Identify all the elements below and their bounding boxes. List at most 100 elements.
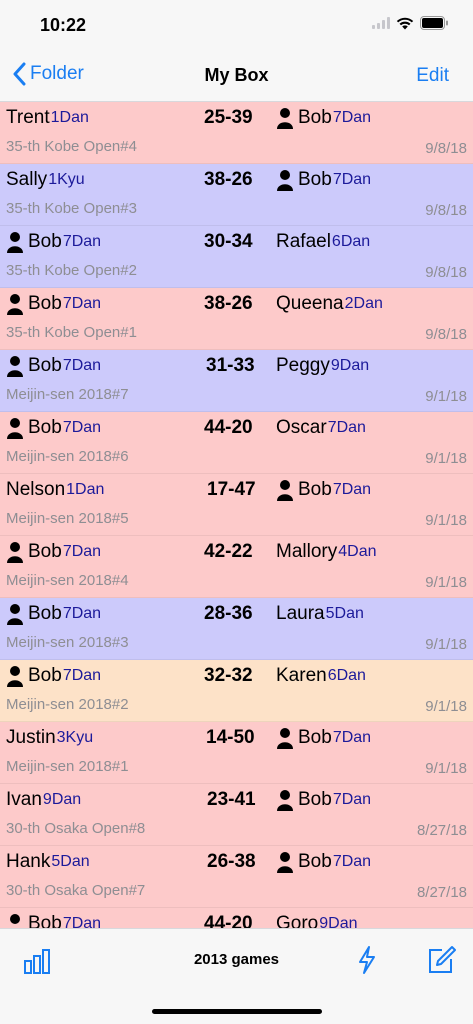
player-name: Hank xyxy=(6,851,51,872)
game-row[interactable]: Trent 1Dan 25-39 Bob 7Dan 35-th Kobe Open#4 9/… xyxy=(0,102,473,164)
player-name: Bob xyxy=(28,417,62,438)
game-row[interactable]: Bob 7Dan 31-33 Peggy 9Dan Meijin-sen 2018#7 9/… xyxy=(0,350,473,412)
user-icon xyxy=(277,170,293,191)
status-bar: 10:22 xyxy=(0,0,473,50)
user-icon xyxy=(7,666,23,687)
user-icon xyxy=(7,356,23,377)
white-player: Queena 2Dan xyxy=(276,293,383,315)
user-icon xyxy=(277,108,293,129)
back-button-label: Folder xyxy=(30,63,84,84)
game-list[interactable]: Trent 1Dan 25-39 Bob 7Dan 35-th Kobe Open#4 9/… xyxy=(0,102,473,928)
bottom-toolbar: 2013 games xyxy=(0,928,473,1024)
status-icons xyxy=(372,16,449,30)
event-name: Meijin-sen 2018#2 xyxy=(6,696,129,713)
player-rank: 9Dan xyxy=(330,357,370,374)
game-row[interactable]: Bob 7Dan 32-32 Karen 6Dan Meijin-sen 2018#2 9/… xyxy=(0,660,473,722)
score: 32-32 xyxy=(204,665,253,686)
game-row[interactable]: Justin 3Kyu 14-50 Bob 7Dan Meijin-sen 2018#1 9… xyxy=(0,722,473,784)
player-name: Karen xyxy=(276,665,327,686)
user-icon xyxy=(277,790,293,811)
white-player: Mallory 4Dan xyxy=(276,541,376,563)
black-player: Justin 3Kyu xyxy=(6,727,93,749)
compose-icon[interactable] xyxy=(426,945,456,980)
user-icon xyxy=(10,914,20,924)
score: 44-20 xyxy=(204,913,253,928)
battery-icon xyxy=(420,16,449,30)
game-row[interactable]: Bob 7Dan 28-36 Laura 5Dan Meijin-sen 2018#3 9/… xyxy=(0,598,473,660)
game-date: 9/1/18 xyxy=(425,636,467,653)
game-date: 8/27/18 xyxy=(416,884,467,901)
player-name: Bob xyxy=(28,913,62,928)
game-row[interactable]: Ivan 9Dan 23-41 Bob 7Dan 30-th Osaka Open#8 8/… xyxy=(0,784,473,846)
player-name: Bob xyxy=(298,169,332,190)
game-row[interactable]: Nelson 1Dan 17-47 Bob 7Dan Meijin-sen 2018#5 9… xyxy=(0,474,473,536)
player-rank: 7Dan xyxy=(62,357,102,374)
event-name: 30-th Osaka Open#7 xyxy=(6,882,146,899)
black-player: Ivan 9Dan xyxy=(6,789,81,811)
game-row[interactable]: Bob 7Dan 44-20 Oscar 7Dan Meijin-sen 2018#6 9/… xyxy=(0,412,473,474)
player-rank: 7Dan xyxy=(332,171,372,188)
score: 17-47 xyxy=(207,479,256,500)
score: 44-20 xyxy=(204,417,253,438)
back-folder-button[interactable]: Folder xyxy=(12,62,84,86)
player-name: Rafael xyxy=(276,231,331,252)
player-rank: 4Dan xyxy=(338,543,377,560)
edit-button[interactable]: Edit xyxy=(416,65,449,87)
white-player: Peggy 9Dan xyxy=(276,355,369,377)
game-date: 9/1/18 xyxy=(425,512,467,529)
white-player: Bob 7Dan xyxy=(276,851,371,873)
player-name: Bob xyxy=(28,665,62,686)
game-row[interactable]: Bob 7Dan 44-20 Goro 9Dan xyxy=(0,908,473,928)
black-player: Bob 7Dan xyxy=(6,665,101,687)
player-rank: 3Kyu xyxy=(56,729,94,746)
black-player: Nelson 1Dan xyxy=(6,479,104,501)
player-name: Sally xyxy=(6,169,48,190)
lightning-icon[interactable] xyxy=(356,945,378,980)
game-row[interactable]: Sally 1Kyu 38-26 Bob 7Dan 35-th Kobe Open#3 9/… xyxy=(0,164,473,226)
user-icon xyxy=(277,728,293,749)
player-name: Bob xyxy=(298,479,332,500)
black-player: Bob 7Dan xyxy=(6,417,101,439)
user-icon xyxy=(7,604,23,625)
score: 14-50 xyxy=(206,727,255,748)
stats-icon[interactable] xyxy=(22,947,52,980)
score: 38-26 xyxy=(204,169,253,190)
home-indicator xyxy=(152,1009,322,1014)
player-rank: 7Dan xyxy=(62,419,102,436)
player-rank: 1Dan xyxy=(66,481,105,498)
navigation-bar: Folder My Box Edit xyxy=(0,50,473,102)
player-rank: 1Kyu xyxy=(48,171,85,188)
event-name: Meijin-sen 2018#3 xyxy=(6,634,129,651)
player-rank: 5Dan xyxy=(51,853,90,870)
cellular-signal-icon xyxy=(372,17,390,29)
user-icon xyxy=(7,542,23,563)
player-name: Queena xyxy=(276,293,344,314)
game-row[interactable]: Bob 7Dan 30-34 Rafael 6Dan 35-th Kobe Open#2 9… xyxy=(0,226,473,288)
player-name: Mallory xyxy=(276,541,338,562)
game-row[interactable]: Bob 7Dan 38-26 Queena 2Dan 35-th Kobe Open#1 9… xyxy=(0,288,473,350)
white-player: Bob 7Dan xyxy=(276,727,371,749)
event-name: 30-th Osaka Open#8 xyxy=(6,820,146,837)
game-row[interactable]: Hank 5Dan 26-38 Bob 7Dan 30-th Osaka Open#7 8/… xyxy=(0,846,473,908)
white-player: Karen 6Dan xyxy=(276,665,366,687)
player-rank: 7Dan xyxy=(332,853,372,870)
event-name: Meijin-sen 2018#4 xyxy=(6,572,129,589)
player-name: Bob xyxy=(28,541,62,562)
player-rank: 6Dan xyxy=(327,667,366,684)
game-date: 9/1/18 xyxy=(425,450,467,467)
game-row[interactable]: Bob 7Dan 42-22 Mallory 4Dan Meijin-sen 2018#4… xyxy=(0,536,473,598)
score: 25-39 xyxy=(204,107,253,128)
player-rank: 7Dan xyxy=(62,233,102,250)
black-player: Bob 7Dan xyxy=(6,231,101,253)
user-icon xyxy=(277,480,293,501)
game-date: 9/8/18 xyxy=(425,140,467,157)
white-player: Laura 5Dan xyxy=(276,603,364,625)
black-player: Bob 7Dan xyxy=(6,293,101,315)
player-rank: 7Dan xyxy=(62,915,102,928)
player-name: Bob xyxy=(28,603,62,624)
player-rank: 9Dan xyxy=(42,791,82,808)
black-player: Hank 5Dan xyxy=(6,851,90,873)
score: 38-26 xyxy=(204,293,253,314)
event-name: 35-th Kobe Open#2 xyxy=(6,262,137,279)
user-icon xyxy=(7,294,23,315)
